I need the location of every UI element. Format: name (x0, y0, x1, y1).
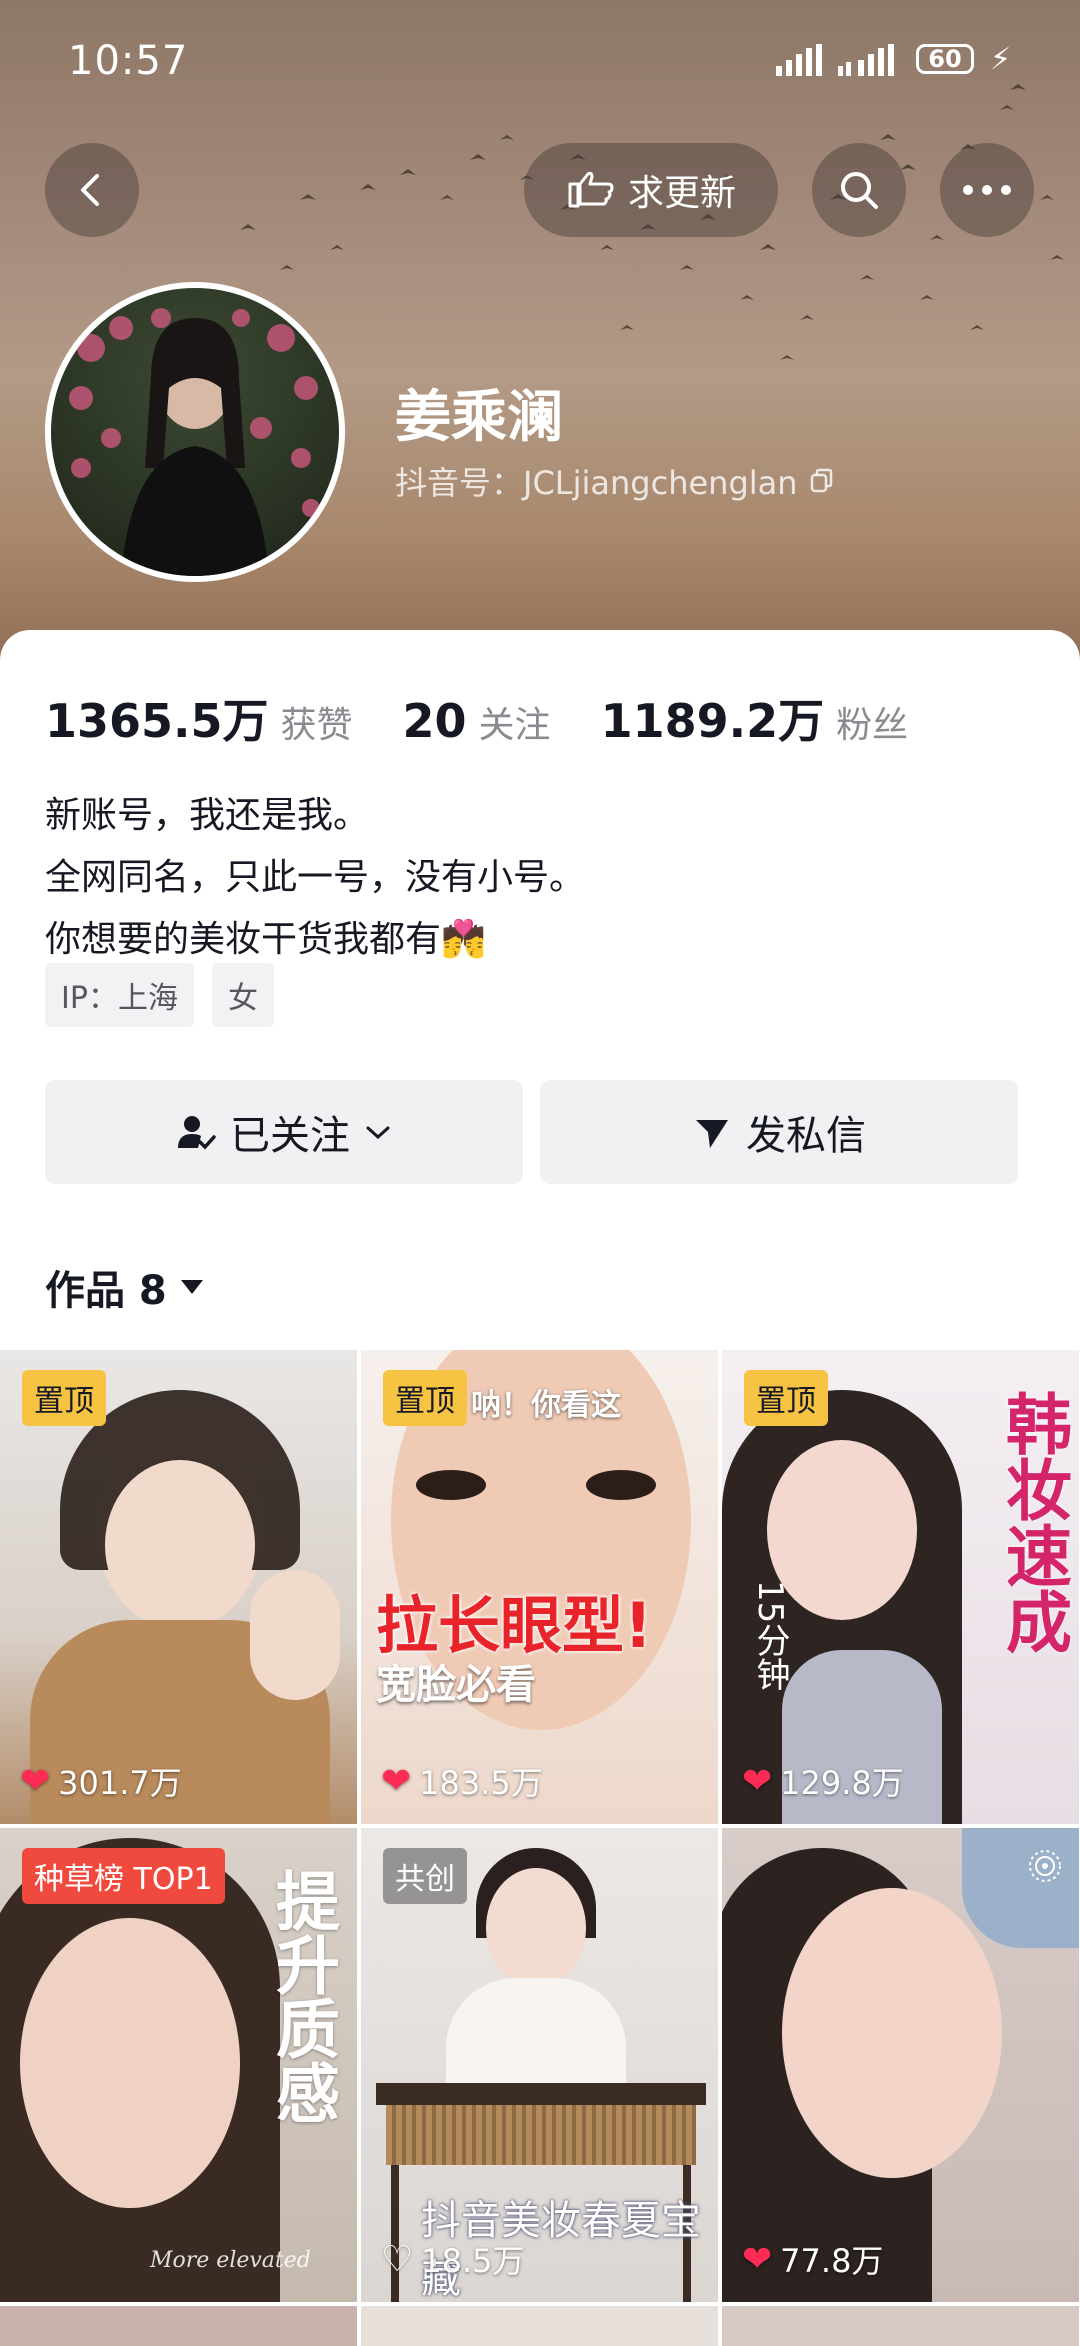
pinned-badge: 置顶 (22, 1370, 106, 1426)
thumbnail-side-text: 15分钟 (750, 1580, 790, 1692)
followers-label: 粉丝 (836, 705, 909, 746)
followers-count[interactable]: 1189.2万 (601, 685, 825, 751)
pinned-badge: 置顶 (383, 1370, 467, 1426)
video-thumbnail[interactable]: 抖音美妆春夏宝藏 共创 ♡ 18.5万 (361, 1828, 718, 2302)
heart-icon: ❤ (20, 1760, 51, 1802)
send-message-button[interactable]: 发私信 (540, 1080, 1018, 1184)
heart-icon: ❤ (381, 1760, 412, 1802)
avatar-photo (69, 308, 320, 576)
heart-outline-icon: ♡ (381, 2238, 414, 2280)
ranking-badge: 种草榜 TOP1 (22, 1848, 225, 1904)
pinned-badge: 置顶 (744, 1370, 828, 1426)
status-time: 10:57 (68, 38, 189, 84)
signal-icon (776, 44, 822, 76)
thumbnail-face (782, 1888, 1002, 2178)
live-photo-icon (1029, 1850, 1061, 1882)
thumbnail-title: 提升质感 (265, 1868, 339, 2124)
user-check-icon (178, 1116, 216, 1150)
pointing-hand-icon (568, 171, 614, 208)
copy-icon[interactable] (808, 467, 836, 495)
profile-tags: IP：上海 女 (45, 963, 274, 1027)
video-likes: ❤ 183.5万 (381, 1758, 543, 1804)
thumbnail-eye (416, 1470, 486, 1500)
more-button[interactable] (940, 143, 1034, 237)
video-thumbnail[interactable]: ❤ 77.8万 (722, 1828, 1079, 2302)
request-update-label: 求更新 (627, 173, 736, 214)
thumbnail-table (376, 2083, 706, 2105)
likes-label: 获赞 (280, 705, 353, 746)
co-create-badge: 共创 (383, 1848, 467, 1904)
signal-icon-2 (838, 44, 894, 76)
video-likes: ❤ 129.8万 (742, 1758, 904, 1804)
stats-row: 1365.5万 获赞 20 关注 1189.2万 粉丝 (45, 685, 958, 751)
thumbnail-subtitle: 宽脸必看 (376, 1662, 536, 1708)
video-thumbnail-partial[interactable] (0, 2306, 357, 2346)
bio-line: 全网同名，只此一号，没有小号。 (45, 857, 586, 898)
video-thumbnail-partial[interactable] (361, 2306, 718, 2346)
caret-down-icon (180, 1280, 203, 1294)
thumbnail-sleeve (962, 1828, 1079, 1948)
search-button[interactable] (812, 143, 906, 237)
thumbnail-dress (446, 1978, 626, 2088)
video-likes: ❤ 77.8万 (742, 2236, 883, 2282)
video-likes: ♡ 18.5万 (381, 2236, 525, 2282)
more-dots-icon (963, 185, 1011, 195)
bio-line: 你想要的美妆干货我都有💏 (45, 919, 486, 960)
profile-name: 姜乘澜 (395, 385, 563, 450)
thumbnail-eye (586, 1470, 656, 1500)
likes-count-text: 129.8万 (780, 1764, 904, 1802)
chevron-down-icon (366, 1126, 390, 1140)
likes-count-text: 77.8万 (780, 2242, 884, 2280)
douyin-id-text: 抖音号：JCLjiangchenglan (395, 464, 798, 502)
send-message-label: 发私信 (746, 1113, 866, 1159)
thumbnail-cabinet (386, 2105, 696, 2165)
bio: 新账号，我还是我。 全网同名，只此一号，没有小号。 你想要的美妆干货我都有💏 (45, 785, 585, 971)
thumbnail-top-text: 呐！你看这 (471, 1388, 621, 1423)
thumbnail-face-front (105, 1460, 255, 1630)
request-update-button[interactable]: 求更新 (524, 143, 778, 237)
following-label: 关注 (478, 705, 551, 746)
gender-tag: 女 (211, 963, 274, 1027)
followed-button[interactable]: 已关注 (45, 1080, 523, 1184)
back-button[interactable] (45, 143, 139, 237)
video-thumbnail[interactable]: 置顶 ❤ 301.7万 (0, 1350, 357, 1824)
back-arrow-icon (81, 174, 99, 206)
video-thumbnail[interactable]: 韩妆速成 15分钟 置顶 ❤ 129.8万 (722, 1350, 1079, 1824)
following-count[interactable]: 20 (403, 694, 467, 748)
likes-count-text: 18.5万 (421, 2242, 525, 2280)
charging-icon: ⚡ (990, 42, 1012, 77)
video-thumbnail[interactable]: 提升质感 More elevated 种草榜 TOP1 (0, 1828, 357, 2302)
works-tab[interactable]: 作品 8 (45, 1258, 205, 1316)
video-likes: ❤ 301.7万 (20, 1758, 182, 1804)
heart-icon: ❤ (742, 1760, 773, 1802)
thumbnail-face (486, 1868, 586, 1988)
ip-tag: IP：上海 (45, 963, 194, 1027)
video-thumbnail[interactable]: 呐！你看这 拉长眼型! 宽脸必看 置顶 ❤ 183.5万 (361, 1350, 718, 1824)
followed-label: 已关注 (230, 1113, 350, 1159)
thumbnail-hand (250, 1570, 340, 1700)
thumbnail-title: 韩妆速成 (995, 1390, 1072, 1654)
search-icon (841, 172, 878, 209)
battery-indicator: 60 (916, 44, 974, 74)
heart-icon: ❤ (742, 2238, 773, 2280)
douyin-id[interactable]: 抖音号：JCLjiangchenglan (395, 458, 836, 504)
works-label: 作品 8 (45, 1268, 167, 1314)
thumbnail-face (20, 1918, 240, 2208)
profile-header-background: 10:57 60 ⚡ 求更新 姜乘澜 抖音号：JCLjiangchenglan (0, 0, 1080, 680)
avatar[interactable] (45, 282, 345, 582)
likes-count-text: 301.7万 (58, 1764, 182, 1802)
status-bar: 10:57 60 ⚡ (0, 0, 1080, 120)
thumbnail-caption: More elevated (150, 2248, 311, 2273)
likes-count-text: 183.5万 (419, 1764, 543, 1802)
bio-line: 新账号，我还是我。 (45, 795, 370, 836)
send-icon (696, 1120, 728, 1148)
video-thumbnail-partial[interactable] (722, 2306, 1079, 2346)
likes-count[interactable]: 1365.5万 (45, 685, 269, 751)
